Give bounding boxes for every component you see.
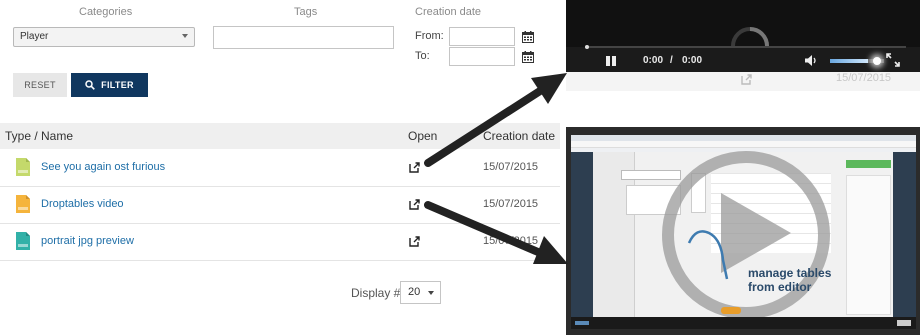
creation-date: 15/07/2015: [483, 161, 539, 173]
progress-handle[interactable]: [585, 45, 589, 49]
volume-level: [830, 59, 868, 63]
column-open: Open: [408, 129, 438, 143]
table-row: portrait jpg preview 15/07/2015: [0, 224, 560, 261]
creation-date-label: Creation date: [415, 6, 482, 18]
brand-logo-mark: [721, 307, 741, 314]
from-date-input[interactable]: [449, 27, 515, 46]
column-creation-date: Creation date: [483, 129, 556, 143]
calendar-icon[interactable]: [522, 51, 534, 63]
file-link[interactable]: portrait jpg preview: [41, 235, 134, 247]
audio-player-preview: 0:00 / 0:00 15/07/2015: [566, 0, 920, 91]
to-date-input[interactable]: [449, 47, 515, 66]
categories-label: Categories: [79, 6, 133, 18]
table-row: Droptables video 15/07/2015: [0, 187, 560, 224]
video-player-preview: manage tables from editor: [566, 127, 920, 335]
to-label: To:: [415, 50, 430, 62]
video-caption: manage tables from editor: [748, 266, 831, 294]
video-overlay: [662, 151, 830, 317]
caption-line-1: manage tables: [748, 266, 832, 280]
search-icon: [85, 80, 96, 90]
video-file-icon: [16, 195, 30, 213]
display-label: Display #: [351, 286, 401, 300]
caption-line-2: from editor: [748, 280, 812, 294]
current-time: 0:00: [643, 55, 664, 66]
file-link[interactable]: Droptables video: [41, 198, 124, 210]
tags-label: Tags: [294, 6, 318, 18]
file-link[interactable]: See you again ost furious: [41, 161, 165, 173]
creation-date: 15/07/2015: [483, 198, 539, 210]
from-label: From:: [415, 30, 444, 42]
volume-handle[interactable]: [873, 57, 881, 65]
open-external-icon[interactable]: [409, 236, 420, 247]
time-separator: /: [670, 55, 673, 66]
category-select-value: Player: [20, 31, 49, 42]
display-count-select[interactable]: 20: [400, 281, 441, 304]
audio-file-icon: [16, 158, 30, 176]
calendar-icon[interactable]: [522, 31, 534, 43]
chevron-down-icon: [182, 34, 188, 38]
column-type-name: Type / Name: [5, 129, 74, 143]
category-select[interactable]: Player: [13, 27, 195, 47]
tags-input[interactable]: [213, 26, 394, 49]
video-frame: [571, 135, 916, 317]
duration: 0:00: [682, 55, 703, 66]
open-external-icon[interactable]: [409, 162, 420, 173]
filter-button[interactable]: FILTER: [71, 73, 148, 97]
chevron-down-icon: [428, 291, 434, 295]
filter-button-label: FILTER: [101, 80, 134, 90]
open-external-icon[interactable]: [409, 199, 420, 210]
file-table-header: Type / Name Open Creation date: [0, 123, 560, 149]
fullscreen-icon[interactable]: [897, 320, 911, 326]
fullscreen-icon[interactable]: [886, 53, 900, 67]
open-external-icon: [741, 74, 752, 85]
pause-icon[interactable]: [605, 55, 617, 67]
table-row: See you again ost furious 15/07/2015: [0, 150, 560, 187]
underlying-date: 15/07/2015: [836, 72, 892, 84]
video-control-bar: [571, 317, 916, 329]
display-count-value: 20: [408, 286, 421, 298]
progress-bar[interactable]: [585, 46, 906, 48]
play-progress[interactable]: [575, 321, 589, 325]
creation-date: 15/07/2015: [483, 235, 539, 247]
volume-icon[interactable]: [804, 54, 818, 67]
reset-button[interactable]: RESET: [13, 73, 67, 97]
image-file-icon: [16, 232, 30, 250]
